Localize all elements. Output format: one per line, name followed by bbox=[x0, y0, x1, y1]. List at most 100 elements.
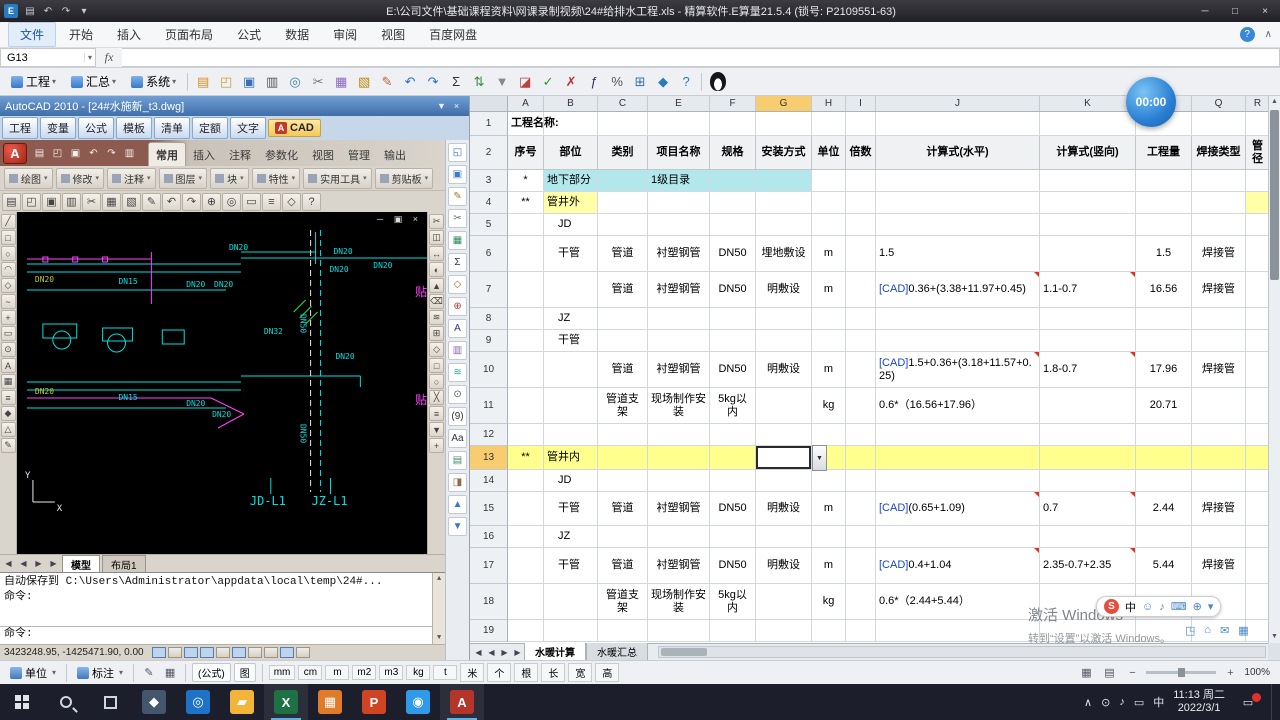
cell-K4[interactable] bbox=[1040, 192, 1136, 214]
print-icon[interactable]: ▥ bbox=[261, 71, 283, 93]
modify-tool-icon[interactable]: ⊞ bbox=[429, 326, 445, 341]
strip-tool-icon[interactable]: ◇ bbox=[448, 275, 468, 294]
cell-C8[interactable] bbox=[598, 308, 648, 330]
ime-tool-icon[interactable]: ⊕ bbox=[1193, 600, 1202, 613]
cell-I10[interactable] bbox=[846, 352, 876, 388]
unit-button[interactable]: kg bbox=[406, 665, 431, 680]
draw-tool-icon[interactable]: △ bbox=[0, 422, 16, 437]
cell-R17[interactable] bbox=[1246, 548, 1268, 584]
cell-B6[interactable]: 干管 bbox=[544, 236, 598, 272]
cell-B4[interactable]: 管井外 bbox=[544, 192, 598, 214]
draw-tool-icon[interactable]: ○ bbox=[0, 246, 16, 261]
cell-B14[interactable]: JD bbox=[544, 470, 598, 492]
cell-H5[interactable] bbox=[812, 214, 846, 236]
cell-K3[interactable] bbox=[1040, 170, 1136, 192]
acad-toolbar-icon[interactable]: ✎ bbox=[142, 192, 161, 211]
cell-J12[interactable] bbox=[876, 424, 1040, 446]
cell-Q8[interactable] bbox=[1192, 308, 1246, 330]
cell-R8[interactable] bbox=[1246, 308, 1268, 330]
cell-R14[interactable] bbox=[1246, 470, 1268, 492]
acad-toolbar-icon[interactable]: ▣ bbox=[42, 192, 61, 211]
cell-P11[interactable]: 20.71 bbox=[1136, 388, 1192, 424]
paste-icon[interactable]: ▧ bbox=[353, 71, 375, 93]
cell-R9[interactable] bbox=[1246, 330, 1268, 352]
cell-G2[interactable]: 安装方式 bbox=[756, 136, 812, 170]
cell-B15[interactable]: 干管 bbox=[544, 492, 598, 526]
cell-I6[interactable] bbox=[846, 236, 876, 272]
cell-A4[interactable]: ** bbox=[508, 192, 544, 214]
cell-Q15[interactable]: 焊接管 bbox=[1192, 492, 1246, 526]
cell-Q12[interactable] bbox=[1192, 424, 1246, 446]
cell-C19[interactable] bbox=[598, 620, 648, 642]
draw-tool-icon[interactable]: ✎ bbox=[0, 438, 16, 453]
cell-Q10[interactable]: 焊接管 bbox=[1192, 352, 1246, 388]
ime-mode-indicator[interactable]: 中 bbox=[1153, 694, 1164, 710]
cell-Q3[interactable] bbox=[1192, 170, 1246, 192]
modify-tool-icon[interactable]: ▲ bbox=[429, 278, 445, 293]
acad-toolbar-icon[interactable]: ▥ bbox=[62, 192, 81, 211]
cell-H12[interactable] bbox=[812, 424, 846, 446]
cell-E9[interactable] bbox=[648, 330, 710, 352]
cad-panel-tab[interactable]: 定额 bbox=[192, 117, 228, 139]
cell-F18[interactable]: 5kg以内 bbox=[710, 584, 756, 620]
cell-F12[interactable] bbox=[710, 424, 756, 446]
cell-G7[interactable]: 明敷设 bbox=[756, 272, 812, 308]
cell-B17[interactable]: 干管 bbox=[544, 548, 598, 584]
cell-E18[interactable]: 现场制作安装 bbox=[648, 584, 710, 620]
cell-F16[interactable] bbox=[710, 526, 756, 548]
zoom-out-icon[interactable]: − bbox=[1123, 664, 1141, 681]
menu-tab[interactable]: 页面布局 bbox=[154, 23, 224, 46]
cell-E2[interactable]: 项目名称 bbox=[648, 136, 710, 170]
taskbar-app-button[interactable]: ◎ bbox=[176, 684, 220, 720]
print-preview-icon[interactable]: ◎ bbox=[284, 71, 306, 93]
confirm-icon[interactable]: ✓ bbox=[537, 71, 559, 93]
cell-F13[interactable] bbox=[710, 446, 756, 470]
new-icon[interactable]: ▤ bbox=[192, 71, 214, 93]
cell-C3[interactable] bbox=[598, 170, 648, 192]
close-panel-icon[interactable]: × bbox=[449, 101, 464, 111]
cell-K1[interactable] bbox=[1040, 112, 1136, 136]
strip-tool-icon[interactable]: Aa bbox=[448, 429, 468, 448]
cell-I17[interactable] bbox=[846, 548, 876, 584]
row-header[interactable]: 8 bbox=[470, 308, 508, 330]
status-toggle-button[interactable] bbox=[183, 647, 198, 658]
cell-B7[interactable] bbox=[544, 272, 598, 308]
row-header[interactable]: 5 bbox=[470, 214, 508, 236]
cell-H9[interactable] bbox=[812, 330, 846, 352]
cell-G15[interactable]: 明敷设 bbox=[756, 492, 812, 526]
command-scrollbar[interactable]: ▲ ▼ bbox=[432, 573, 446, 644]
cell-P4[interactable] bbox=[1136, 192, 1192, 214]
horizontal-scrollbar[interactable] bbox=[658, 646, 1266, 658]
taskbar-app-button[interactable]: X bbox=[264, 684, 308, 720]
strip-tool-icon[interactable]: ◱ bbox=[448, 143, 468, 162]
layout-nav-icon[interactable]: ◀ bbox=[2, 559, 15, 568]
cell-P5[interactable] bbox=[1136, 214, 1192, 236]
row-header[interactable]: 16 bbox=[470, 526, 508, 548]
acad-toolbar-icon[interactable]: ↷ bbox=[182, 192, 201, 211]
status-toggle-button[interactable] bbox=[215, 647, 230, 658]
cell-F14[interactable] bbox=[710, 470, 756, 492]
acad-quick-icon[interactable]: ◰ bbox=[49, 145, 66, 162]
show-desktop-button[interactable] bbox=[1271, 684, 1276, 720]
strip-tool-icon[interactable]: ✎ bbox=[448, 187, 468, 206]
draw-tool-icon[interactable]: ≡ bbox=[0, 390, 16, 405]
row-header[interactable]: 6 bbox=[470, 236, 508, 272]
cell-R4[interactable] bbox=[1246, 192, 1268, 214]
cell-B3[interactable]: 地下部分 bbox=[544, 170, 598, 192]
cell-H19[interactable] bbox=[812, 620, 846, 642]
cell-J15[interactable]: [CAD](0.65+1.09) bbox=[876, 492, 1040, 526]
strip-tool-icon[interactable]: ◨ bbox=[448, 473, 468, 492]
cell-G17[interactable]: 明敷设 bbox=[756, 548, 812, 584]
cell-K15[interactable]: 0.7 bbox=[1040, 492, 1136, 526]
cell-H1[interactable] bbox=[812, 112, 846, 136]
cell-P2[interactable]: 工程量 bbox=[1136, 136, 1192, 170]
cad-panel-tab[interactable]: 公式 bbox=[78, 117, 114, 139]
cell-H2[interactable]: 单位 bbox=[812, 136, 846, 170]
ime-logo-icon[interactable]: S bbox=[1104, 599, 1119, 614]
acad-ribbon-tab[interactable]: 视图 bbox=[305, 143, 341, 166]
scrollbar-thumb[interactable] bbox=[1270, 110, 1279, 280]
cell-C5[interactable] bbox=[598, 214, 648, 236]
row-header[interactable]: 12 bbox=[470, 424, 508, 446]
acad-ribbon-tab[interactable]: 注释 bbox=[222, 143, 258, 166]
column-header[interactable]: E bbox=[648, 96, 710, 111]
